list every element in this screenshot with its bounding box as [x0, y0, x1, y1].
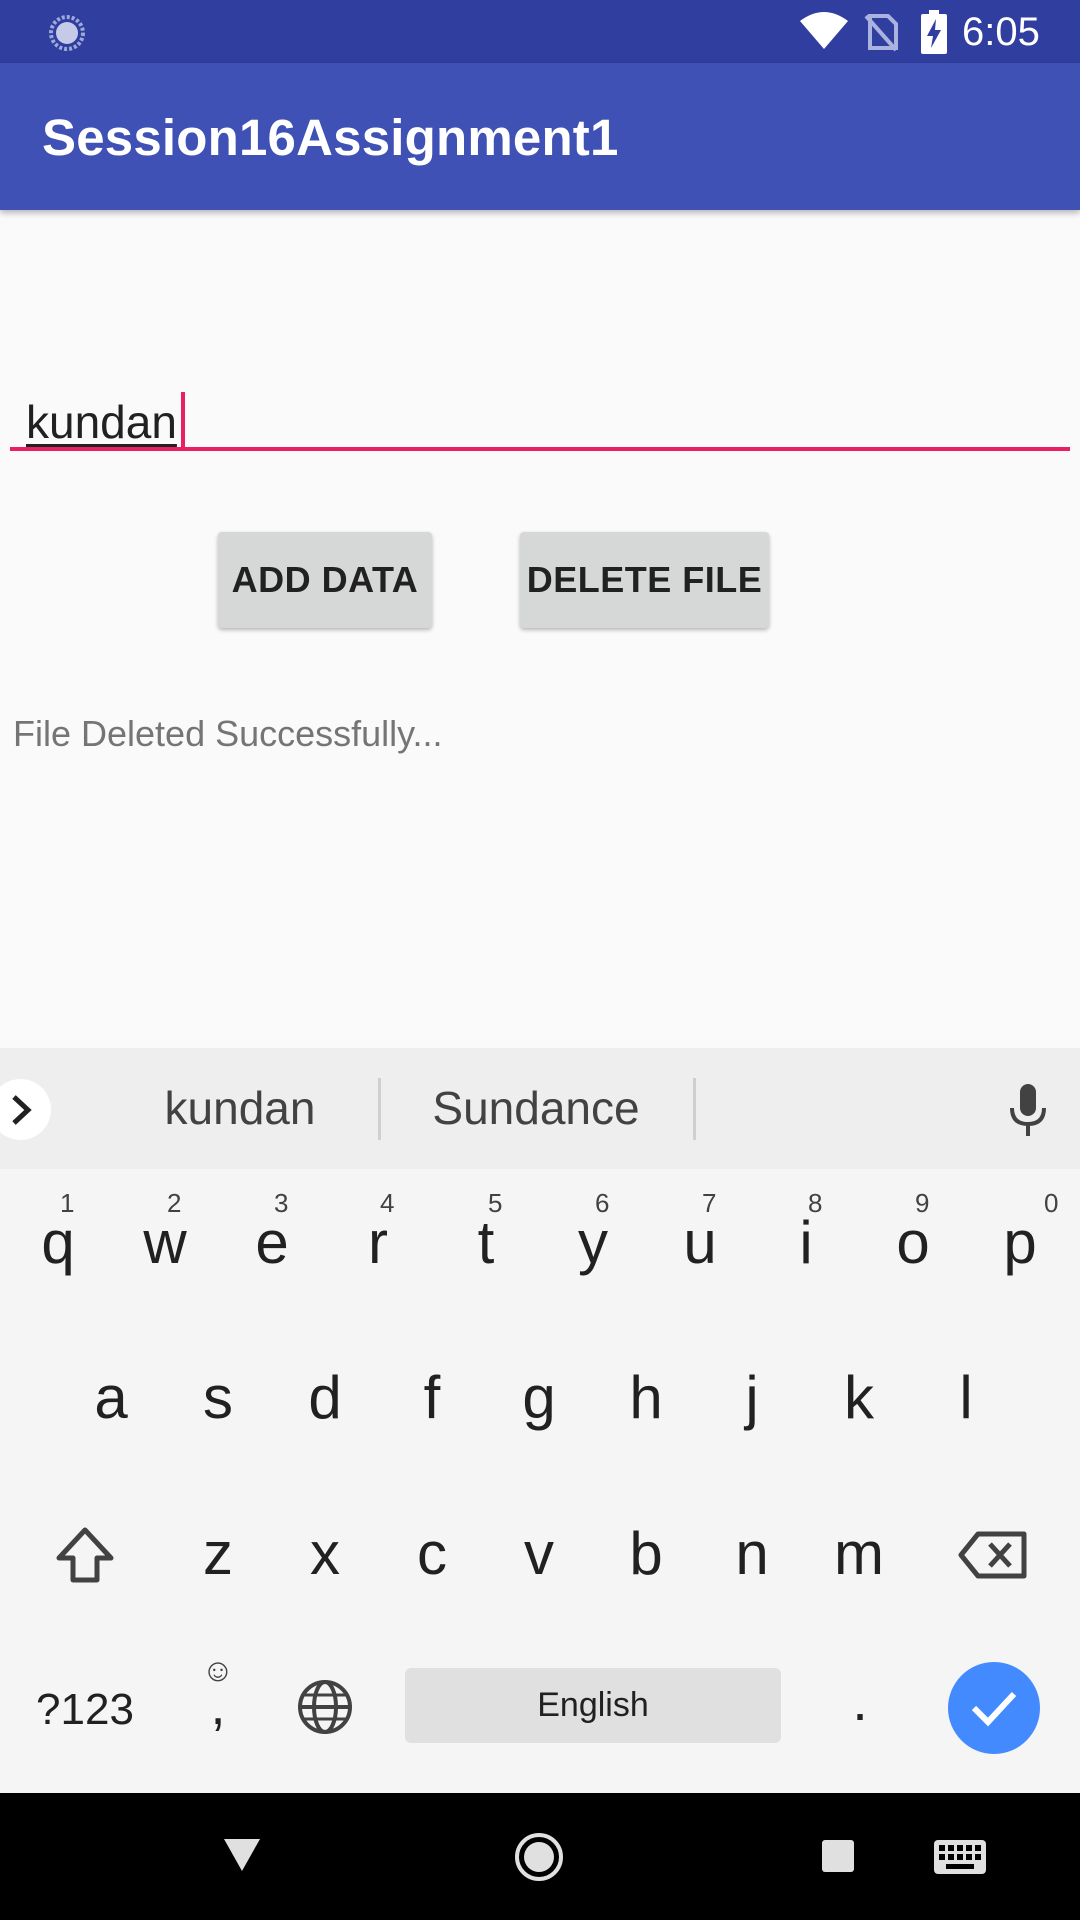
back-icon[interactable] [222, 1837, 262, 1873]
key-v[interactable]: v [499, 1504, 579, 1604]
key-x[interactable]: x [285, 1504, 365, 1604]
key-label: o [896, 1209, 930, 1276]
key-u[interactable]: 7u [660, 1188, 740, 1298]
key-label: e [255, 1209, 289, 1276]
enter-key[interactable] [948, 1662, 1040, 1754]
key-e[interactable]: 3e [232, 1188, 312, 1298]
key-n[interactable]: n [712, 1504, 792, 1604]
chevron-right-icon [12, 1095, 32, 1125]
key-c[interactable]: c [392, 1504, 472, 1604]
comma-label: , [210, 1676, 226, 1736]
comma-key[interactable]: ☺ , [190, 1652, 246, 1752]
globe-icon[interactable] [296, 1678, 354, 1736]
key-label: w [143, 1209, 187, 1276]
key-b[interactable]: b [606, 1504, 686, 1604]
key-g[interactable]: g [499, 1348, 579, 1448]
app-bar: Session16Assignment1 [0, 63, 1080, 210]
recent-apps-icon[interactable] [822, 1840, 854, 1872]
loading-icon [49, 15, 85, 51]
keyboard-switch-icon[interactable] [934, 1840, 986, 1874]
key-j[interactable]: j [712, 1348, 792, 1448]
key-z[interactable]: z [178, 1504, 258, 1604]
key-h[interactable]: h [606, 1348, 686, 1448]
suggestion-bar: kundan Sundance [0, 1048, 1080, 1169]
key-d[interactable]: d [285, 1348, 365, 1448]
key-s[interactable]: s [178, 1348, 258, 1448]
key-label: i [799, 1209, 813, 1276]
key-p[interactable]: 0p [980, 1188, 1060, 1298]
symbols-key[interactable]: ?123 [20, 1680, 150, 1740]
text-input-value: kundan [26, 396, 177, 448]
space-key[interactable]: English [405, 1668, 781, 1743]
no-sim-icon [864, 14, 898, 52]
key-label: u [683, 1209, 717, 1276]
text-cursor [181, 392, 185, 450]
status-bar: 6:05 [0, 0, 1080, 63]
checkmark-icon [971, 1691, 1017, 1727]
home-icon[interactable] [513, 1831, 565, 1883]
key-a[interactable]: a [71, 1348, 151, 1448]
main-content: kundan ADD DATA DELETE FILE File Deleted… [0, 210, 1080, 1048]
key-label: r [368, 1209, 388, 1276]
suggestion-divider [378, 1078, 381, 1140]
key-label: q [41, 1209, 75, 1276]
suggestion-item[interactable]: Sundance [400, 1078, 672, 1138]
microphone-icon[interactable] [1008, 1084, 1048, 1136]
key-m[interactable]: m [819, 1504, 899, 1604]
key-y[interactable]: 6y [553, 1188, 633, 1298]
text-input-underline [10, 447, 1070, 451]
key-r[interactable]: 4r [338, 1188, 418, 1298]
navigation-bar [0, 1793, 1080, 1920]
key-i[interactable]: 8i [766, 1188, 846, 1298]
key-w[interactable]: 2w [125, 1188, 205, 1298]
key-k[interactable]: k [819, 1348, 899, 1448]
suggestion-expand-button[interactable] [0, 1079, 51, 1140]
suggestion-item[interactable]: kundan [120, 1078, 360, 1138]
suggestion-divider [693, 1078, 696, 1140]
soft-keyboard: kundan Sundance 1q2w3e4r 5t6y7u8i9o0p asd… [0, 1048, 1080, 1793]
battery-charging-icon [921, 10, 947, 54]
period-key[interactable]: . [840, 1666, 880, 1736]
add-data-button[interactable]: ADD DATA [218, 532, 432, 628]
app-title: Session16Assignment1 [42, 109, 619, 166]
key-label: y [578, 1209, 608, 1276]
key-o[interactable]: 9o [873, 1188, 953, 1298]
key-t[interactable]: 5t [446, 1188, 526, 1298]
key-f[interactable]: f [392, 1348, 472, 1448]
key-label: t [477, 1209, 495, 1276]
backspace-key-icon[interactable] [958, 1530, 1028, 1580]
status-message: File Deleted Successfully... [13, 713, 443, 754]
key-q[interactable]: 1q [18, 1188, 98, 1298]
wifi-icon [800, 12, 848, 49]
key-label: p [1003, 1209, 1037, 1276]
key-l[interactable]: l [926, 1348, 1006, 1448]
delete-file-button[interactable]: DELETE FILE [520, 532, 769, 628]
shift-key-icon[interactable] [55, 1526, 115, 1584]
status-time: 6:05 [962, 10, 1040, 54]
